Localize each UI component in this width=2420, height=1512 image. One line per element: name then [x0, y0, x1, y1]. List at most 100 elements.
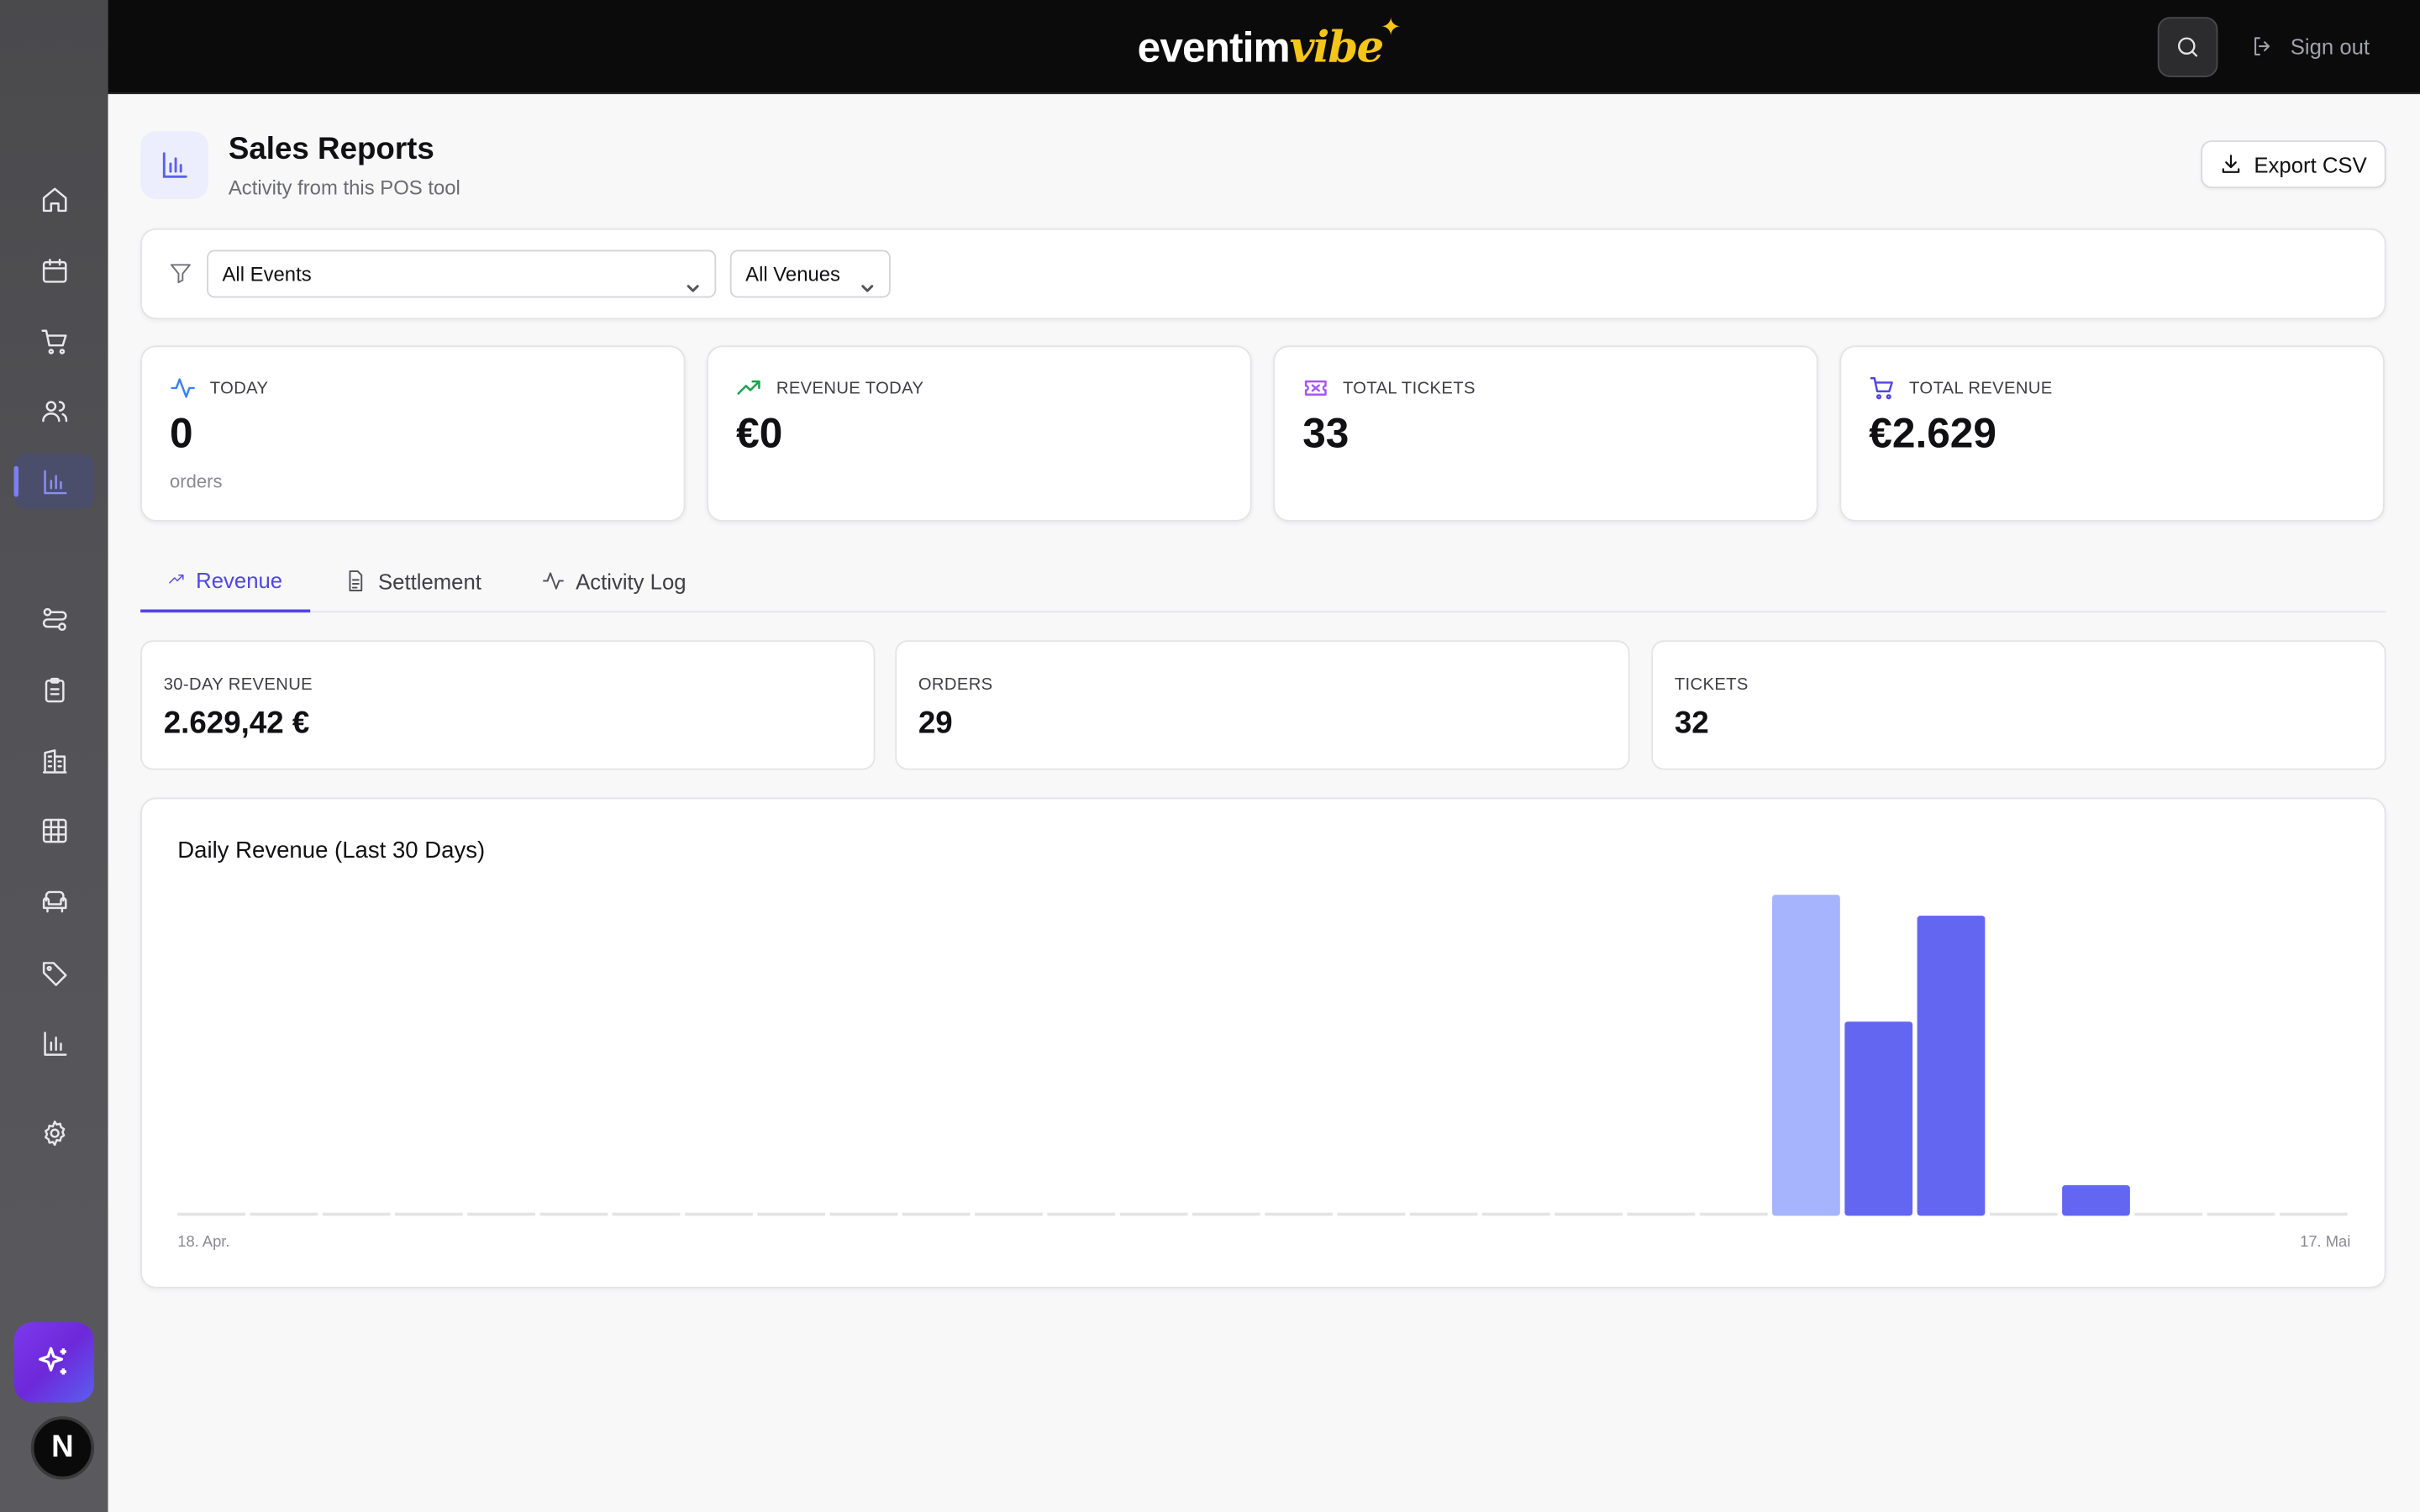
export-csv-button[interactable]: Export CSV	[2201, 140, 2386, 189]
report-icon	[140, 131, 208, 199]
routes-icon[interactable]	[26, 591, 82, 646]
stat-card-today: TODAY 0 orders	[140, 345, 686, 522]
x-axis-start-label: 18. Apr.	[177, 1234, 230, 1252]
ai-assistant-button[interactable]	[13, 1322, 95, 1403]
export-csv-label: Export CSV	[2254, 151, 2367, 177]
stat-sub: orders	[170, 470, 223, 492]
x-axis-end-label: 17. Mai	[2300, 1234, 2351, 1252]
tab-label: Revenue	[196, 566, 283, 592]
logo[interactable]: eventim vibe ✦	[1138, 15, 1402, 74]
home-icon[interactable]	[26, 171, 82, 227]
chart-bar[interactable]	[1772, 895, 1840, 1216]
sign-out-label: Sign out	[2290, 34, 2370, 59]
search-button[interactable]	[2157, 17, 2218, 77]
chart-bar-empty[interactable]	[757, 1212, 826, 1216]
stat-value: 0	[170, 410, 193, 457]
chart-icon[interactable]	[26, 1016, 82, 1071]
stat-value: €0	[736, 410, 783, 457]
tab-revenue[interactable]: Revenue	[140, 549, 311, 613]
search-icon	[2177, 37, 2198, 57]
stat-value: 33	[1302, 410, 1349, 457]
chart-bar-empty[interactable]	[539, 1212, 608, 1216]
trending-up-icon	[736, 375, 764, 402]
chart-bar[interactable]	[1844, 1021, 1913, 1216]
page-title: Sales Reports	[228, 132, 434, 167]
activity-icon	[170, 375, 197, 402]
chart-bar-empty[interactable]	[829, 1212, 898, 1216]
chart-bar-empty[interactable]	[1409, 1212, 1478, 1216]
grid-icon[interactable]	[26, 802, 82, 858]
chart-bar-empty[interactable]	[685, 1212, 753, 1216]
chart-bar[interactable]	[2062, 1185, 2130, 1216]
summary-label: TICKETS	[1674, 675, 1749, 695]
chart-bar-empty[interactable]	[1627, 1212, 1696, 1216]
chart-bar-empty[interactable]	[467, 1212, 536, 1216]
chart-bar-empty[interactable]	[1047, 1212, 1116, 1216]
chart-bar-empty[interactable]	[2207, 1212, 2275, 1216]
sparkle-icon: ✦	[1380, 15, 1402, 42]
stat-label: TODAY	[209, 379, 269, 398]
summary-value: 2.629,42 €	[163, 706, 310, 741]
tab-activity-log[interactable]: Activity Log	[514, 549, 714, 612]
tab-settlement[interactable]: Settlement	[317, 549, 509, 612]
stat-card-revenue-today: REVENUE TODAY €0	[707, 345, 1252, 522]
topbar: eventim vibe ✦ Sign out	[108, 0, 2420, 95]
chart-bar-empty[interactable]	[322, 1212, 391, 1216]
page-subtitle: Activity from this POS tool	[228, 176, 460, 199]
sidebar: N	[0, 0, 108, 1512]
chart-bar-empty[interactable]	[177, 1212, 245, 1216]
settings-icon[interactable]	[26, 1105, 82, 1160]
clipboard-icon[interactable]	[26, 662, 82, 717]
event-select-value: All Events	[222, 262, 312, 286]
chart-bar-empty[interactable]	[395, 1212, 463, 1216]
ticket-icon	[1302, 375, 1330, 402]
seat-icon[interactable]	[26, 874, 82, 929]
users-icon[interactable]	[26, 383, 82, 438]
stat-label: TOTAL TICKETS	[1342, 379, 1476, 398]
cart-icon	[1869, 375, 1897, 402]
stat-label: REVENUE TODAY	[776, 379, 924, 398]
chart-bar-empty[interactable]	[1989, 1212, 2058, 1216]
chart-bar-empty[interactable]	[1481, 1212, 1550, 1216]
chart-bar-empty[interactable]	[1119, 1212, 1188, 1216]
summary-card-orders: ORDERS 29	[895, 640, 1630, 770]
trending-up-icon	[169, 574, 184, 584]
tag-icon[interactable]	[26, 944, 82, 1000]
summary-card-tickets: TICKETS 32	[1651, 640, 2386, 770]
stat-card-total-revenue: TOTAL REVENUE €2.629	[1839, 345, 2385, 522]
chart-bar-empty[interactable]	[975, 1212, 1043, 1216]
chart-bar-empty[interactable]	[612, 1212, 681, 1216]
chart-bar-empty[interactable]	[2134, 1212, 2203, 1216]
stat-label: TOTAL REVENUE	[1909, 379, 2053, 398]
cart-icon[interactable]	[26, 313, 82, 369]
filter-bar: All Events All Venues	[140, 228, 2386, 320]
chart-bar-empty[interactable]	[1555, 1212, 1623, 1216]
chart-bar[interactable]	[1917, 916, 1986, 1216]
chart-bar-empty[interactable]	[1192, 1212, 1260, 1216]
bar-chart-icon[interactable]	[13, 453, 95, 510]
stat-card-total-tickets: TOTAL TICKETS 33	[1273, 345, 1818, 522]
chart-bar-empty[interactable]	[1699, 1212, 1768, 1216]
report-tabs: Revenue Settlement Activity Log	[140, 549, 2386, 613]
avatar[interactable]: N	[30, 1416, 95, 1480]
chart-plot	[177, 895, 2348, 1216]
venue-select-value: All Venues	[745, 262, 840, 286]
event-select[interactable]: All Events	[207, 249, 717, 298]
building-icon[interactable]	[26, 732, 82, 788]
chart-bar-empty[interactable]	[250, 1212, 318, 1216]
stat-value: €2.629	[1869, 410, 1996, 457]
chart-bar-empty[interactable]	[1337, 1212, 1406, 1216]
chart-bar-empty[interactable]	[2279, 1212, 2348, 1216]
sign-out-button[interactable]: Sign out	[2250, 31, 2370, 62]
chevron-down-icon	[686, 267, 701, 292]
chart-bar-empty[interactable]	[1265, 1212, 1333, 1216]
summary-card-revenue: 30-DAY REVENUE 2.629,42 €	[140, 640, 876, 770]
sparkles-icon	[39, 1347, 66, 1375]
calendar-icon[interactable]	[26, 242, 82, 297]
chart-bar-empty[interactable]	[902, 1212, 971, 1216]
venue-select[interactable]: All Venues	[729, 249, 891, 298]
summary-label: 30-DAY REVENUE	[163, 675, 313, 695]
logout-icon	[2254, 37, 2270, 55]
activity-icon	[543, 572, 564, 590]
tab-label: Settlement	[377, 568, 481, 594]
